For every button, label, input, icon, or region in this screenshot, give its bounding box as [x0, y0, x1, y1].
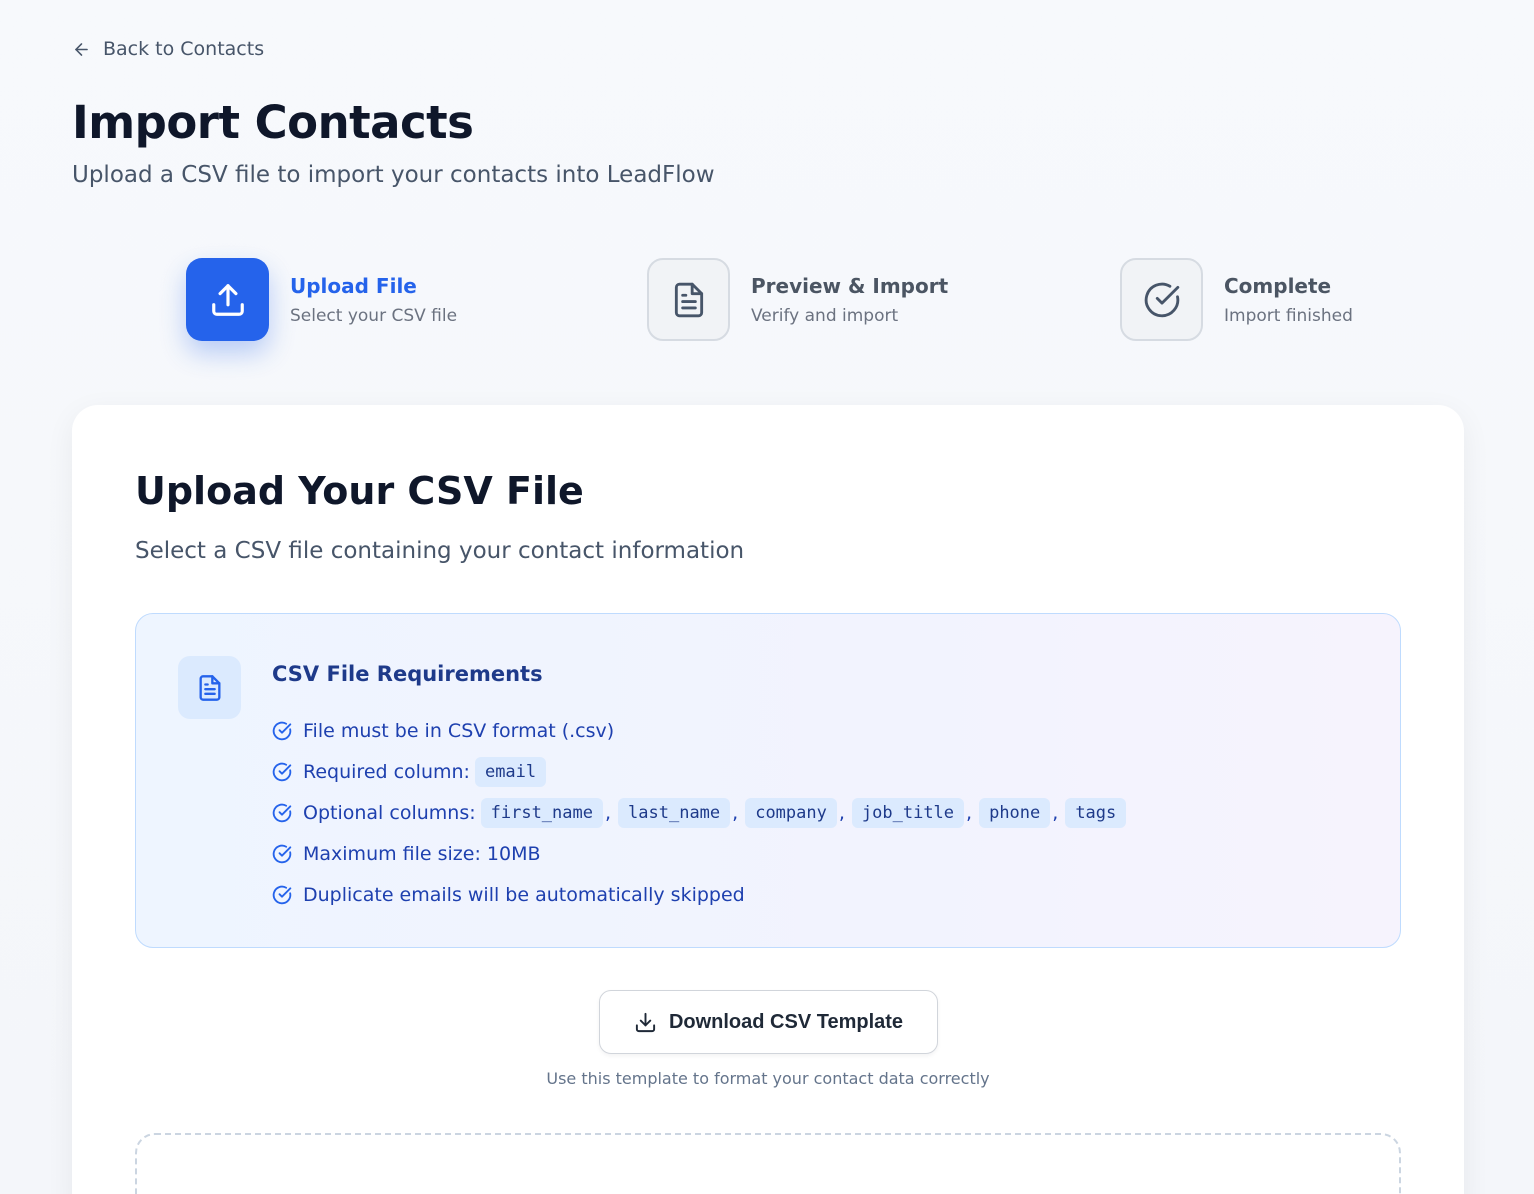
check-circle-icon	[272, 721, 292, 740]
page-title: Import Contacts	[72, 96, 474, 149]
csv-drop-zone[interactable]	[135, 1133, 1401, 1194]
step-title: Upload File	[290, 273, 417, 298]
requirement-required-column: Required column: email	[272, 751, 1128, 792]
step-preview-icon-box	[647, 258, 730, 341]
requirements-list: File must be in CSV format (.csv) Requir…	[272, 710, 1128, 915]
download-button-label: Download CSV Template	[668, 1010, 904, 1033]
comma-separator: ,	[1052, 801, 1059, 824]
step-complete: Complete Import finished	[1120, 258, 1353, 341]
column-code-company: company	[745, 797, 837, 828]
column-code-last-name: last_name	[618, 797, 731, 828]
card-subtitle: Select a CSV file containing your contac…	[135, 538, 745, 564]
back-link-label: Back to Contacts	[103, 38, 265, 60]
requirement-max-size: Maximum file size: 10MB	[272, 833, 1128, 874]
requirement-text: Maximum file size: 10MB	[303, 842, 541, 865]
step-subtitle: Verify and import	[751, 305, 899, 326]
comma-separator: ,	[732, 801, 739, 824]
requirement-optional-columns: Optional columns: first_name, last_name,…	[272, 792, 1128, 833]
step-upload-icon-box	[186, 258, 269, 341]
step-complete-icon-box	[1120, 258, 1203, 341]
requirement-text: Required column:	[303, 760, 470, 783]
step-upload-file: Upload File Select your CSV file	[186, 258, 457, 341]
column-code-phone: phone	[979, 797, 1051, 828]
check-circle-icon	[272, 885, 292, 904]
comma-separator: ,	[604, 801, 612, 824]
upload-card: Upload Your CSV File Select a CSV file c…	[72, 405, 1464, 1194]
check-circle-icon	[272, 762, 292, 781]
step-subtitle: Select your CSV file	[290, 305, 458, 326]
document-icon	[199, 674, 220, 701]
template-hint: Use this template to format your contact…	[546, 1069, 990, 1088]
download-icon	[635, 1012, 656, 1032]
step-subtitle: Import finished	[1224, 305, 1353, 326]
column-code-first-name: first_name	[480, 797, 603, 828]
column-code-email: email	[474, 756, 547, 787]
upload-icon	[211, 283, 244, 316]
check-circle-icon	[272, 844, 292, 863]
requirement-text: Duplicate emails will be automatically s…	[303, 883, 745, 906]
page-subtitle: Upload a CSV file to import your contact…	[72, 162, 715, 188]
back-to-contacts-link[interactable]: Back to Contacts	[72, 38, 264, 60]
card-title: Upload Your CSV File	[135, 469, 584, 513]
document-icon	[674, 282, 703, 317]
step-title: Complete	[1224, 273, 1332, 298]
comma-separator: ,	[966, 801, 973, 824]
arrow-left-icon	[75, 42, 88, 56]
step-title: Preview & Import	[751, 273, 949, 298]
download-csv-template-button[interactable]: Download CSV Template	[599, 990, 938, 1054]
check-circle-icon	[272, 803, 292, 822]
requirement-format: File must be in CSV format (.csv)	[272, 710, 1128, 751]
step-preview-import: Preview & Import Verify and import	[647, 258, 948, 341]
check-circle-icon	[1144, 282, 1179, 317]
column-code-tags: tags	[1065, 797, 1127, 828]
requirements-title: CSV File Requirements	[272, 662, 543, 686]
requirement-text: Optional columns:	[303, 801, 476, 824]
import-stepper: Upload File Select your CSV file Preview…	[0, 258, 1534, 342]
requirements-icon-box	[178, 656, 241, 719]
comma-separator: ,	[838, 801, 845, 824]
requirement-text: File must be in CSV format (.csv)	[303, 719, 615, 742]
column-code-job-title: job_title	[851, 797, 965, 828]
requirement-duplicates: Duplicate emails will be automatically s…	[272, 874, 1128, 915]
csv-requirements-panel: CSV File Requirements File must be in CS…	[135, 613, 1401, 948]
